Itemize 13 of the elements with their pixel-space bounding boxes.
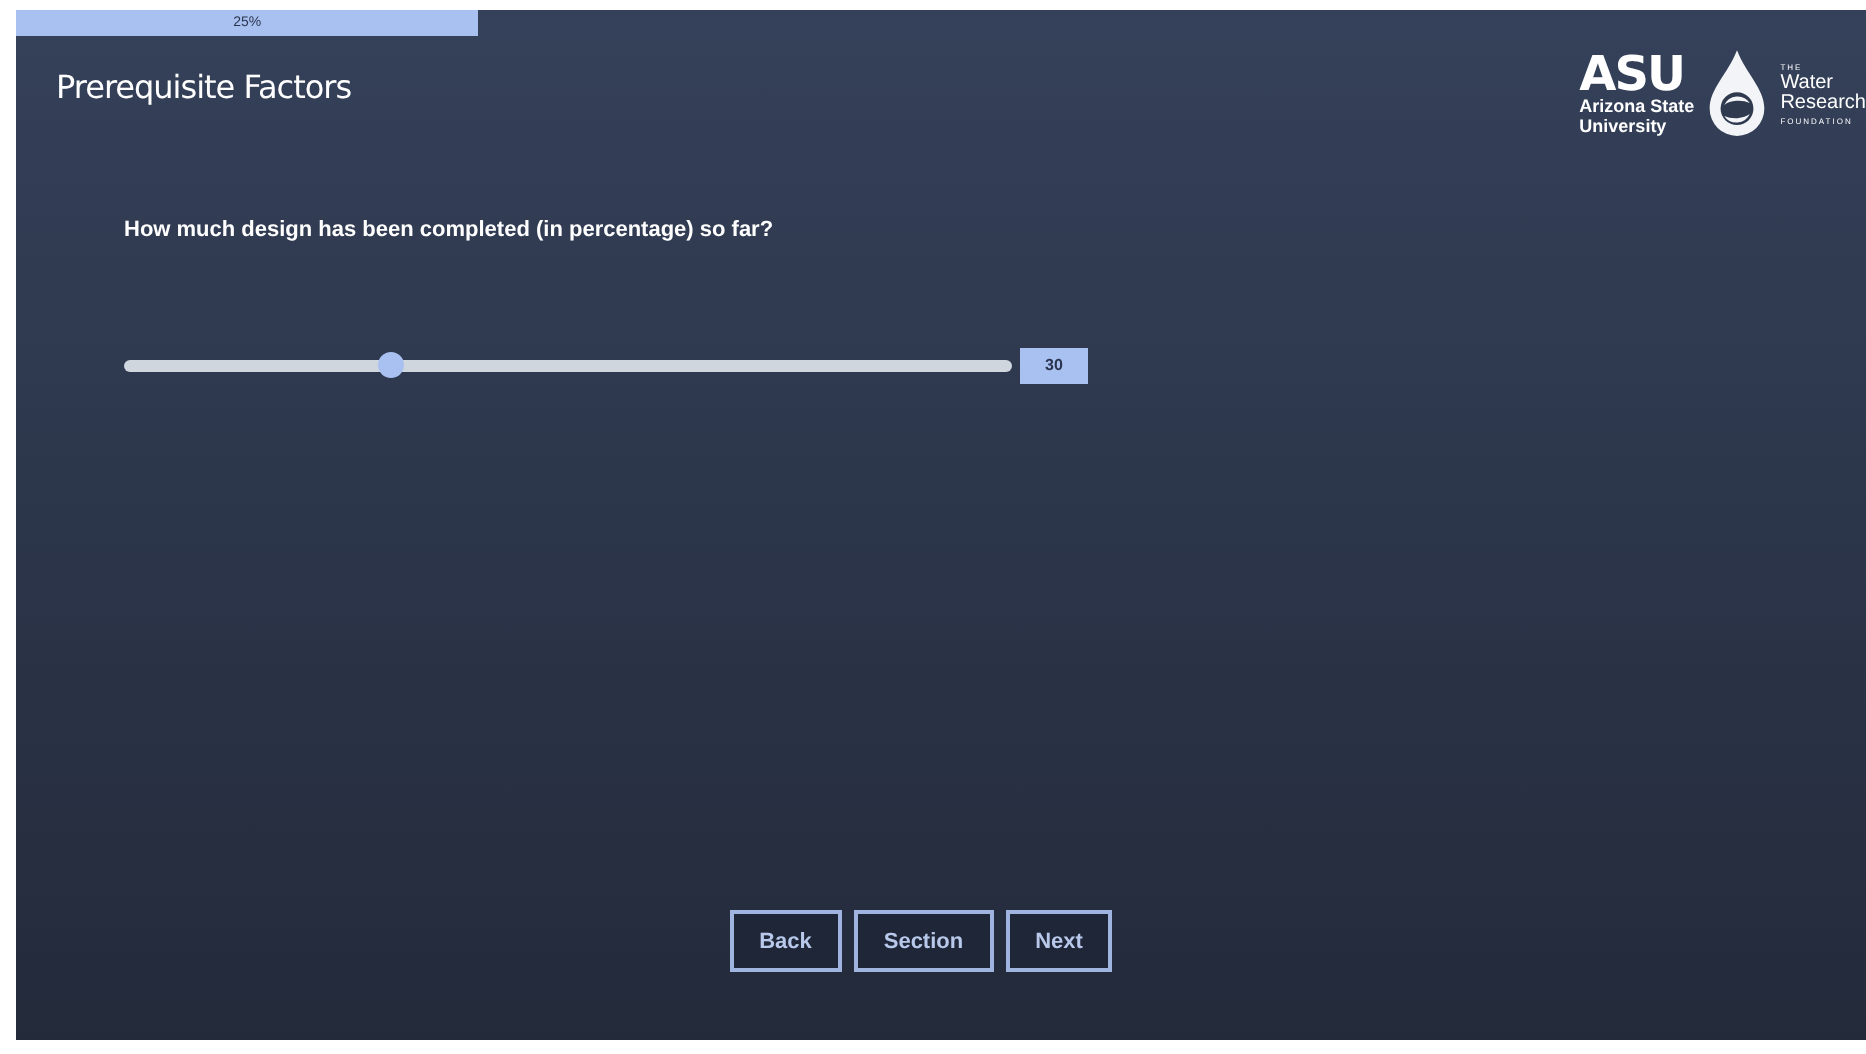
logo-text: Water	[1780, 74, 1833, 94]
logo-text: Research	[1780, 94, 1866, 114]
nav-button[interactable]: Section	[853, 910, 994, 972]
logo-wordmark: ASU	[1579, 52, 1685, 96]
page-title: Prerequisite Factors	[56, 68, 352, 110]
slider-thumb[interactable]	[378, 352, 405, 378]
nav-button[interactable]: Back	[729, 910, 842, 972]
water-drop-icon	[1706, 46, 1769, 142]
logo-text: University	[1579, 116, 1669, 136]
nav-button[interactable]: Next	[1005, 910, 1113, 972]
question-text: How much design has been completed (in percentage) so far?	[124, 218, 776, 242]
value-label: 30	[1020, 348, 1088, 384]
logo-text: Arizona State	[1579, 96, 1695, 116]
